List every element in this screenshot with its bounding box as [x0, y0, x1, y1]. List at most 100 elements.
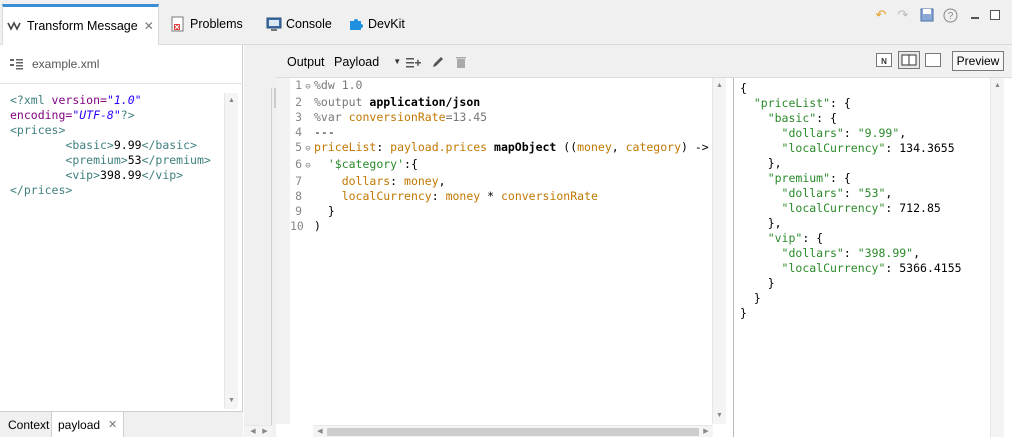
input-file-name[interactable]: example.xml	[32, 57, 99, 71]
undo-icon[interactable]: ↶	[872, 6, 890, 24]
xml-line: <premium>53</premium>	[10, 153, 210, 168]
code-token: payload.prices	[390, 140, 495, 154]
json-token: "vip"	[767, 231, 803, 245]
scroll-up-icon[interactable]: ▲	[713, 80, 726, 92]
json-token: "dollars"	[781, 246, 844, 260]
json-token: "53"	[857, 186, 886, 200]
close-icon[interactable]: ✕	[108, 418, 117, 431]
code-token: conversionRate	[348, 110, 446, 124]
line-number: 4	[295, 125, 302, 139]
xml-token: "UTF-8"	[72, 108, 121, 122]
code-token: ((	[556, 140, 578, 154]
json-preview-output[interactable]: { "priceList": { "basic": { "dollars": "…	[740, 81, 962, 321]
view-mode-button-split[interactable]	[898, 51, 920, 69]
scroll-left-icon[interactable]: ◀	[247, 426, 259, 437]
json-line: "dollars": "53",	[740, 186, 962, 201]
divider	[733, 78, 734, 437]
help-icon[interactable]: ?	[941, 6, 959, 24]
tab-transform-message[interactable]: Transform Message ✕	[2, 4, 159, 45]
code-token: conversionRate	[500, 189, 598, 203]
line-number: 10	[290, 219, 304, 233]
editor-vertical-scrollbar[interactable]: ▲ ▼	[712, 78, 726, 424]
code-token: ) ->	[681, 140, 709, 154]
xml-token: encoding=	[10, 108, 73, 122]
trash-icon[interactable]	[455, 53, 467, 70]
scroll-down-icon[interactable]: ▼	[713, 410, 726, 422]
output-target-select[interactable]: Payload ▼	[334, 53, 401, 70]
json-token: "dollars"	[781, 186, 844, 200]
json-token: }	[740, 291, 761, 305]
splitter-scroll[interactable]: ◀ ▶	[245, 425, 273, 437]
scroll-left-icon[interactable]: ◀	[314, 426, 326, 437]
input-tab-bar: Context payload ✕	[0, 411, 243, 437]
xml-token: </prices>	[10, 183, 73, 197]
pencil-icon[interactable]	[431, 53, 445, 70]
code-token: money	[404, 174, 439, 188]
preview-vertical-scrollbar[interactable]: ▲	[990, 78, 1004, 437]
add-output-icon[interactable]	[406, 53, 422, 70]
json-line: "localCurrency": 712.85	[740, 201, 962, 216]
divider	[0, 83, 243, 84]
fold-icon[interactable]: ⊖	[302, 159, 314, 174]
scroll-up-icon[interactable]: ▲	[991, 80, 1004, 92]
xml-token: <basic>	[65, 138, 114, 152]
scroll-up-icon[interactable]: ▲	[225, 95, 238, 107]
code-line: 9 }	[290, 204, 709, 219]
json-token: "premium"	[767, 171, 831, 185]
editor-horizontal-scrollbar[interactable]: ◀ ▶	[313, 425, 713, 437]
json-token: "localCurrency"	[781, 261, 886, 275]
maximize-icon[interactable]	[986, 6, 1004, 24]
minimize-icon[interactable]	[966, 6, 984, 24]
line-number: 1	[295, 78, 302, 92]
code-token: money	[445, 189, 481, 203]
json-token: : {	[830, 171, 851, 185]
preview-button[interactable]: Preview	[952, 51, 1004, 71]
scroll-down-icon[interactable]: ▼	[225, 395, 238, 407]
code-token: localCurrency	[341, 189, 432, 203]
json-token: "localCurrency"	[781, 141, 886, 155]
code-token: ,	[438, 174, 446, 188]
tab-problems[interactable]: Problems	[170, 8, 243, 40]
xml-sample-content[interactable]: <?xml version="1.0" encoding="UTF-8"?> <pr…	[10, 93, 211, 198]
code-token: =13.45	[445, 110, 488, 124]
xml-token	[10, 168, 65, 182]
json-token: ,	[899, 126, 907, 140]
json-token: : {	[830, 96, 851, 110]
code-token: ,	[611, 140, 626, 154]
view-mode-button-single[interactable]	[925, 53, 941, 67]
fold-icon[interactable]: ⊖	[302, 142, 314, 157]
save-icon[interactable]	[918, 6, 936, 24]
json-line: "localCurrency": 134.3655	[740, 141, 962, 156]
json-token: },	[740, 216, 782, 230]
redo-icon[interactable]: ↷	[894, 6, 912, 24]
dataweave-editor[interactable]: 1 ⊖ %dw 1.0 2 %output application/json 3 %var …	[290, 78, 715, 424]
json-line: }	[740, 291, 962, 306]
xml-line: encoding="UTF-8"?>	[10, 108, 211, 123]
json-line: }	[740, 306, 962, 321]
json-token: "398.99"	[857, 246, 914, 260]
json-token: : {	[816, 111, 837, 125]
scroll-thumb[interactable]	[327, 428, 699, 436]
tab-payload[interactable]: payload ✕	[51, 412, 125, 437]
view-mode-button-code[interactable]: N	[876, 53, 892, 67]
xml-token: <?xml	[10, 93, 52, 107]
xml-token: ?>	[120, 108, 135, 122]
tab-devkit[interactable]: DevKit	[348, 8, 405, 40]
json-line: },	[740, 156, 962, 171]
fold-icon[interactable]: ⊖	[302, 80, 314, 95]
tab-context[interactable]: Context	[2, 412, 55, 437]
scroll-right-icon[interactable]: ▶	[700, 426, 712, 437]
code-token: )	[314, 219, 321, 233]
tab-console[interactable]: Console	[266, 8, 332, 40]
code-token: priceList	[314, 140, 377, 154]
scroll-right-icon[interactable]: ▶	[259, 426, 271, 437]
code-line: 7 dollars: money,	[290, 174, 709, 189]
close-icon[interactable]: ✕	[144, 19, 154, 33]
line-number: 3	[295, 110, 302, 124]
input-vertical-scrollbar[interactable]: ▲ ▼	[224, 93, 238, 409]
code-token: }	[314, 204, 335, 218]
